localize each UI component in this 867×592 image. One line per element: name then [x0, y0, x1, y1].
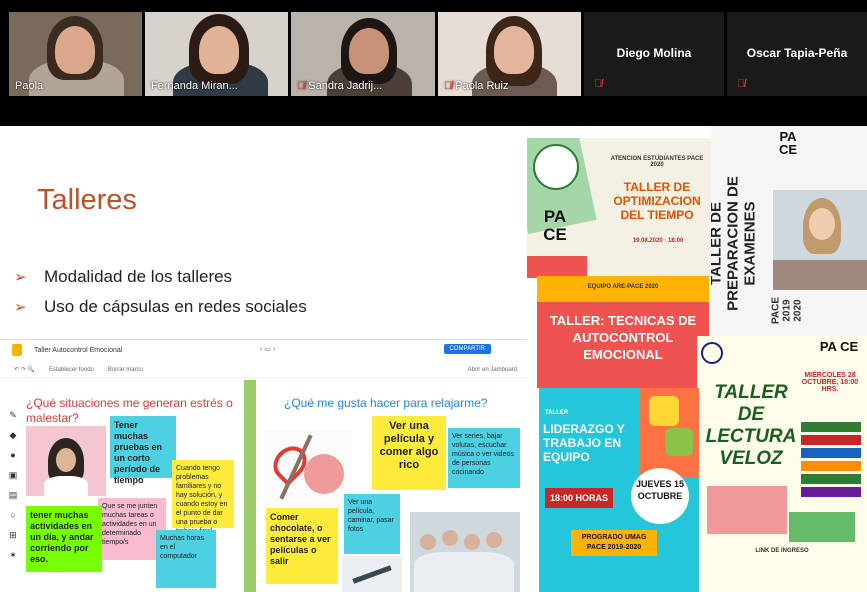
textbox-icon: ⊞ [9, 530, 17, 540]
poster-tag: TALLER [545, 410, 569, 416]
books-stack [801, 422, 861, 502]
sticky-note: Muchas horas en el computador [156, 530, 216, 588]
participant-name-label: Paola [15, 80, 44, 92]
poster-date: 19.08.2020 · 18:00 [632, 238, 684, 244]
participant-face [494, 26, 534, 74]
shared-screen-slide: Talleres ➢ Modalidad de los talleres ➢ Uso… [0, 126, 867, 592]
mic-muted-icon: 🎙̸ [594, 78, 603, 90]
mic-muted-icon: 🎙̸ [737, 78, 746, 90]
clear-frame-button: Borrar marco [107, 366, 143, 373]
poster-year-label: PACE 2019 2020 [770, 296, 804, 325]
sticky-note: Cuando tengo problemas familiares y no h… [172, 460, 234, 535]
jamboard-toolbar: ↶ ↷ 🔍 Establecer fondo Borrar marco Abri… [0, 362, 527, 378]
share-button: COMPARTIR [443, 344, 491, 354]
participant-face [349, 28, 389, 74]
pace-logo-text: PA CE [778, 129, 798, 157]
participant-tile-4[interactable]: 🎙̸ Paola Ruiz [438, 12, 581, 96]
sticky-note: Ver series, bajar volutas, escuchar músi… [448, 428, 520, 488]
participant-name-label: Diego Molina [616, 46, 692, 60]
undo-icon: ↶ ↷ 🔍 [14, 367, 35, 373]
jamboard-header: Taller Autocontrol Emocional ‹ ▭ › COMPA… [0, 340, 527, 360]
poster-title: LIDERAZGO Y TRABAJO EN EQUIPO [543, 422, 625, 464]
poster-title: TALLER: TECNICAS DE AUTOCONTROL EMOCIONA… [549, 313, 697, 362]
poster-footer: LINK DE INGRESO [755, 548, 809, 554]
bullet-text: Modalidad de los talleres [44, 267, 233, 286]
zoom-meeting-window: Paola Fernanda Miran... 🎙̸ Sandra Jadrij.… [0, 0, 867, 592]
sticky-note: Comer chocolate, o sentarse a ver pelícu… [266, 508, 338, 584]
circle-icon: ○ [10, 510, 16, 520]
select-icon: ● [10, 450, 16, 460]
slide-bullet-list: ➢ Modalidad de los talleres ➢ Uso de cápsu… [14, 262, 307, 322]
jamboard-screenshot: Taller Autocontrol Emocional ‹ ▭ › COMPA… [0, 339, 527, 592]
university-seal-icon [533, 144, 579, 190]
poster-day: JUEVES 15 OCTUBRE [631, 468, 689, 524]
set-background-button: Establecer fondo [48, 366, 94, 373]
poster-optimizacion-tiempo: ATENCION ESTUDIANTES PACE 2020 TALLER DE… [527, 138, 711, 278]
slide-title: Talleres [37, 184, 137, 216]
jamboard-title: Taller Autocontrol Emocional [34, 346, 123, 354]
sticky-note: tener muchas actividades en un día, y an… [26, 506, 102, 572]
participant-face [199, 26, 239, 74]
yoga-photo [342, 556, 402, 592]
poster-title: TALLER DE LECTURA VELOZ [705, 382, 797, 469]
sticky-note-icon: ▣ [8, 470, 18, 480]
slide-bullet: ➢ Uso de cápsulas en redes sociales [14, 292, 307, 322]
poster-liderazgo: TALLER LIDERAZGO Y TRABAJO EN EQUIPO 18:… [539, 388, 699, 592]
poster-autocontrol-emocional: EQUIPO ARE-PACE 2020 TALLER: TECNICAS DE… [537, 276, 709, 388]
participant-name-label: Oscar Tapia-Peña [746, 46, 848, 60]
poster-heading: EQUIPO ARE-PACE 2020 [587, 284, 659, 290]
eraser-icon: ◆ [9, 430, 17, 440]
decorative-block [527, 256, 587, 278]
arrow-bullet-icon: ➢ [14, 269, 27, 286]
bullet-text: Uso de cápsulas en redes sociales [44, 297, 307, 316]
image-icon: ▤ [8, 490, 18, 500]
poster-program: PROGRADO UMAG PACE 2019-2020 [571, 530, 657, 556]
slide-bullet: ➢ Modalidad de los talleres [14, 262, 307, 292]
canvas-divider [244, 380, 256, 592]
participant-tile-6[interactable]: Oscar Tapia-Peña 🎙̸ [727, 12, 867, 96]
university-seal-icon [701, 342, 723, 364]
poster-preparacion-examenes: PA CE TALLER DE PREPARACION DE EXAMENES … [711, 126, 867, 338]
participant-tile-3[interactable]: 🎙̸ Sandra Jadrij... [291, 12, 435, 96]
decorative-block [789, 512, 855, 542]
poster-title: TALLER DE OPTIMIZACION DEL TIEMPO [613, 180, 701, 222]
participant-name-label: 🎙̸ Paola Ruiz [444, 80, 509, 92]
participant-name-label: Fernanda Miran... [151, 80, 238, 92]
open-in-jamboard-button: Abrir en Jamboard [467, 366, 517, 373]
arrow-bullet-icon: ➢ [14, 299, 27, 316]
stressed-woman-photo [26, 426, 106, 496]
poster-heading: ATENCION ESTUDIANTES PACE 2020 [610, 156, 704, 168]
mic-muted-icon: 🎙̸ [444, 80, 453, 92]
participant-face [55, 26, 95, 74]
participant-tile-2[interactable]: Fernanda Miran... [145, 12, 288, 96]
pace-logo-text: PA CE [543, 207, 567, 244]
poster-time: 18:00 HORAS [545, 488, 613, 508]
participant-strip: Paola Fernanda Miran... 🎙̸ Sandra Jadrij.… [0, 0, 867, 126]
poster-lectura-veloz: PA CE MIÉRCOLES 28 OCTUBRE, 18:00 HRS. T… [697, 336, 867, 592]
student-photo [773, 190, 867, 290]
sticky-note: Tener muchas pruebas en un corto período… [110, 416, 176, 485]
jamboard-logo-icon [12, 344, 22, 356]
team-photo [410, 512, 520, 592]
pen-icon: ✎ [9, 410, 17, 420]
pace-logo-text: PA CE [819, 339, 859, 354]
jamboard-canvas: ¿Qué situaciones me generan estrés o mal… [26, 380, 523, 592]
laser-icon: ✶ [9, 550, 17, 560]
poster-title: TALLER DE PREPARACION DE EXAMENES [711, 176, 759, 311]
poster-collage: ATENCION ESTUDIANTES PACE 2020 TALLER DE… [527, 126, 867, 592]
poster-date: MIÉRCOLES 28 OCTUBRE, 18:00 HRS. [801, 372, 859, 393]
reading-illustration [707, 486, 787, 534]
jamboard-tool-palette: ✎ ◆ ● ▣ ▤ ○ ⊞ ✶ [8, 410, 22, 570]
participant-name-label: 🎙̸ Sandra Jadrij... [297, 80, 383, 92]
participant-tile-5[interactable]: Diego Molina 🎙̸ [584, 12, 724, 96]
knitting-photo [264, 430, 352, 512]
mic-muted-icon: 🎙̸ [297, 80, 306, 92]
sticky-note: Ver una película y comer algo rico [372, 416, 446, 490]
participant-tile-1[interactable]: Paola [9, 12, 142, 96]
sticky-note: Ver una película, caminar, pasar fotos [344, 494, 400, 554]
frame-pager: ‹ ▭ › [260, 346, 276, 353]
question-right: ¿Qué me gusta hacer para relajarme? [284, 396, 488, 410]
